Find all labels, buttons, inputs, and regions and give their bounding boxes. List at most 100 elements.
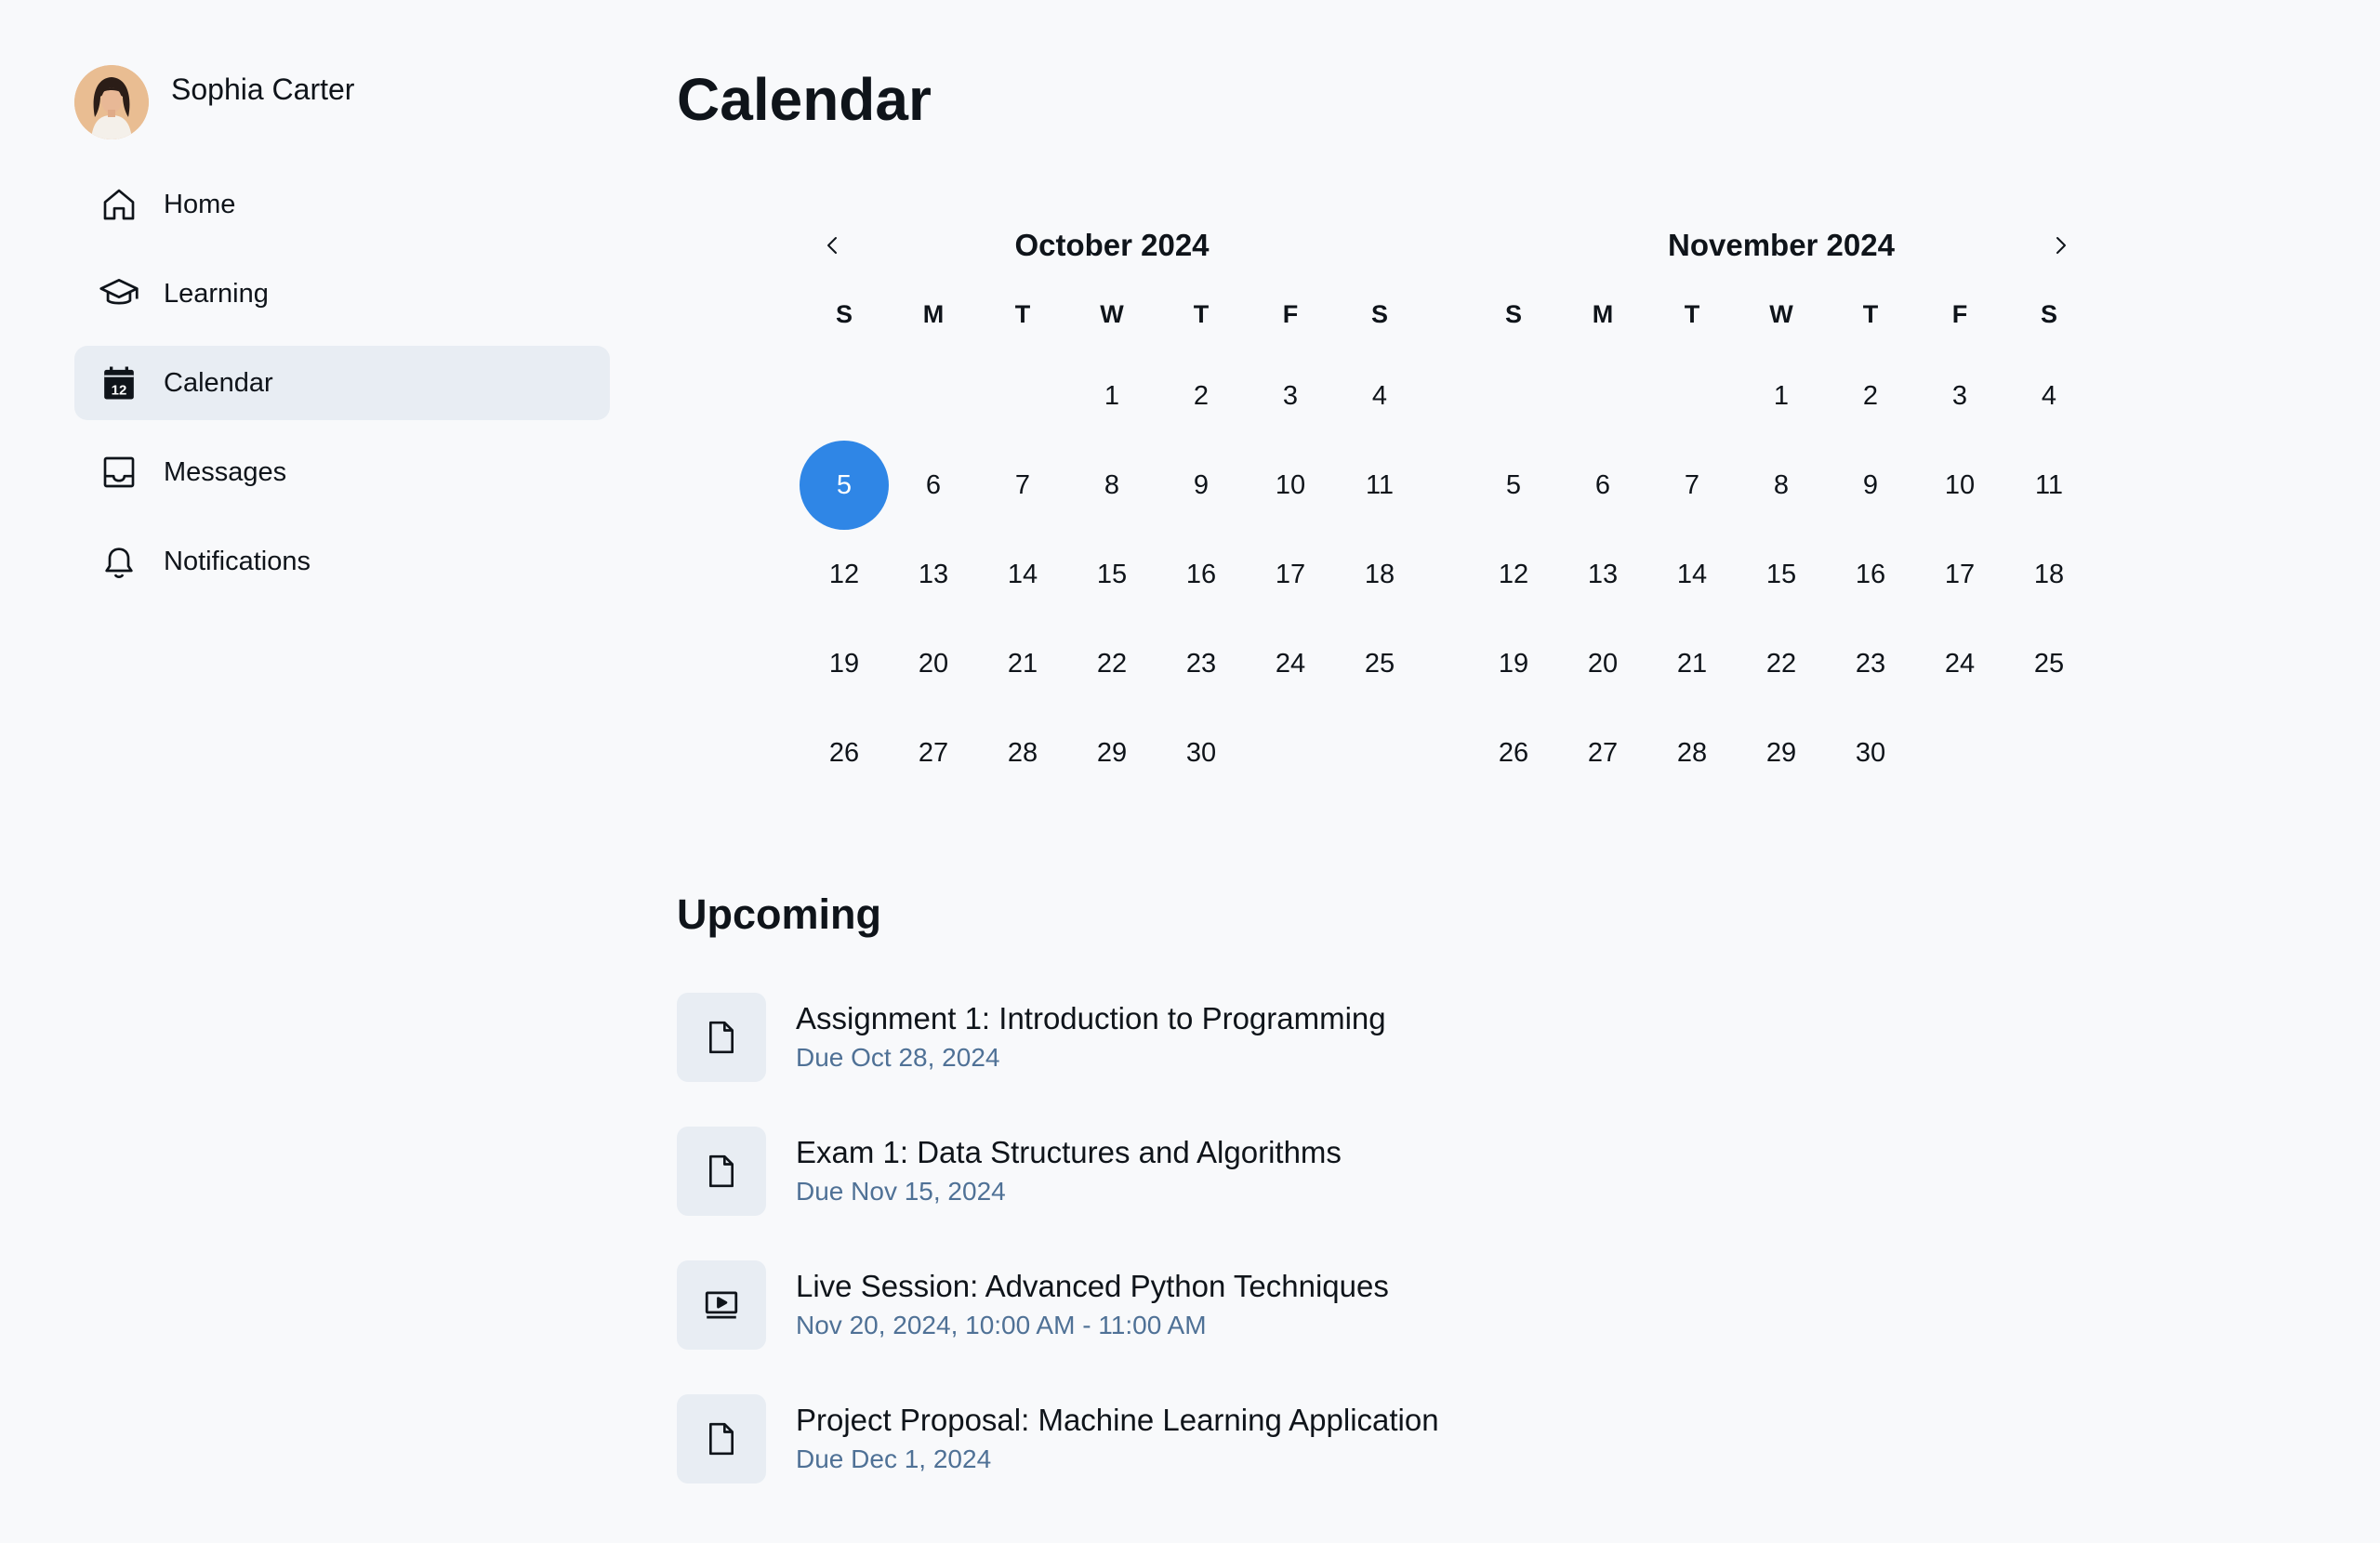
calendar-day-number: 20	[918, 648, 949, 679]
calendar-day[interactable]: 17	[1915, 530, 2004, 619]
calendar-day[interactable]: 18	[1335, 530, 1424, 619]
sidebar-item-calendar[interactable]: 12 Calendar	[74, 346, 610, 420]
calendar-day[interactable]: 10	[1915, 441, 2004, 530]
calendar-day[interactable]: 3	[1246, 351, 1335, 441]
sidebar-item-learning[interactable]: Learning	[74, 257, 610, 331]
calendar-day[interactable]: 15	[1067, 530, 1157, 619]
calendar-day[interactable]: 14	[978, 530, 1067, 619]
calendar-day[interactable]: 12	[1469, 530, 1558, 619]
calendar-day[interactable]: 22	[1737, 619, 1826, 708]
calendar-day[interactable]: 1	[1737, 351, 1826, 441]
calendar-day-number: 14	[1007, 559, 1038, 589]
calendar-day[interactable]: 7	[978, 441, 1067, 530]
weekday-header: S	[1370, 299, 1388, 328]
calendar-day-number: 4	[2041, 380, 2057, 411]
upcoming-heading: Upcoming	[677, 890, 881, 938]
calendar-day[interactable]: 3	[1915, 351, 2004, 441]
calendar-day[interactable]: 30	[1157, 708, 1246, 798]
calendar-day[interactable]: 4	[1335, 351, 1424, 441]
upcoming-item[interactable]: Assignment 1: Introduction to Programmin…	[677, 993, 1792, 1082]
user-profile[interactable]: Sophia Carter	[74, 65, 610, 141]
upcoming-item[interactable]: Project Proposal: Machine Learning Appli…	[677, 1394, 1792, 1484]
calendar-empty-cell	[978, 351, 1067, 441]
calendar-day-number: 1	[1773, 380, 1790, 411]
calendar-day[interactable]: 7	[1647, 441, 1737, 530]
sidebar-item-messages[interactable]: Messages	[74, 435, 610, 509]
calendar-day[interactable]: 27	[889, 708, 978, 798]
calendar-day[interactable]: 25	[1335, 619, 1424, 708]
calendar-day[interactable]: 21	[1647, 619, 1737, 708]
calendar-day-number: 30	[1855, 737, 1886, 768]
avatar[interactable]	[74, 65, 149, 139]
calendar-day[interactable]: 1	[1067, 351, 1157, 441]
home-icon	[97, 182, 141, 227]
calendar-day-number: 28	[1007, 737, 1038, 768]
calendar-day[interactable]: 28	[1647, 708, 1737, 798]
calendar-day-number: 24	[1944, 648, 1976, 679]
calendar-day[interactable]: 6	[1558, 441, 1647, 530]
calendar-day[interactable]: 19	[1469, 619, 1558, 708]
calendar-day-number: 17	[1944, 559, 1976, 589]
weekday-header: S	[835, 299, 853, 328]
calendar-day[interactable]: 13	[889, 530, 978, 619]
calendar-day-number: 5	[800, 441, 889, 530]
calendar-day[interactable]: 20	[889, 619, 978, 708]
calendar-day[interactable]: 23	[1157, 619, 1246, 708]
calendar-day[interactable]: 18	[2004, 530, 2094, 619]
calendar-day[interactable]: 17	[1246, 530, 1335, 619]
calendar-day[interactable]: 8	[1737, 441, 1826, 530]
calendar-day[interactable]: 23	[1826, 619, 1915, 708]
calendar-day[interactable]: 11	[1335, 441, 1424, 530]
calendar-day[interactable]: 12	[800, 530, 889, 619]
upcoming-item[interactable]: Live Session: Advanced Python Techniques…	[677, 1260, 1792, 1350]
calendar-day[interactable]: 2	[1157, 351, 1246, 441]
calendar-day-number: 20	[1587, 648, 1619, 679]
calendar-day[interactable]: 19	[800, 619, 889, 708]
calendar-day[interactable]: 24	[1246, 619, 1335, 708]
calendar-day-number: 29	[1096, 737, 1128, 768]
calendar-day[interactable]: 27	[1558, 708, 1647, 798]
calendar-day[interactable]: 8	[1067, 441, 1157, 530]
sidebar-item-home[interactable]: Home	[74, 167, 610, 242]
calendar-day[interactable]: 11	[2004, 441, 2094, 530]
calendar-day[interactable]: 16	[1157, 530, 1246, 619]
svg-text:12: 12	[112, 383, 127, 399]
calendar-day[interactable]: 16	[1826, 530, 1915, 619]
document-icon	[677, 1127, 766, 1216]
calendar-day[interactable]: 26	[1469, 708, 1558, 798]
calendar-day[interactable]: 14	[1647, 530, 1737, 619]
weekday-header: S	[1504, 299, 1522, 328]
calendar-day[interactable]: 24	[1915, 619, 2004, 708]
prev-arrow-icon[interactable]	[811, 223, 855, 268]
calendar-day[interactable]: 30	[1826, 708, 1915, 798]
calendar-day[interactable]: 15	[1737, 530, 1826, 619]
weekday-header: W	[1100, 299, 1124, 328]
calendar-day[interactable]: 13	[1558, 530, 1647, 619]
calendar-day[interactable]: 6	[889, 441, 978, 530]
calendar-day[interactable]: 26	[800, 708, 889, 798]
inbox-icon	[97, 450, 141, 495]
calendar-day[interactable]: 9	[1826, 441, 1915, 530]
calendar-day-selected[interactable]: 5	[800, 441, 889, 530]
sidebar-item-notifications[interactable]: Notifications	[74, 524, 610, 599]
calendar-day[interactable]: 29	[1067, 708, 1157, 798]
calendar-day[interactable]: 21	[978, 619, 1067, 708]
event-title: Assignment 1: Introduction to Programmin…	[796, 1001, 1386, 1035]
calendar-day[interactable]: 10	[1246, 441, 1335, 530]
calendar-day-number: 25	[2033, 648, 2065, 679]
calendar-day[interactable]: 25	[2004, 619, 2094, 708]
calendar-day[interactable]: 22	[1067, 619, 1157, 708]
next-arrow-icon[interactable]	[2038, 223, 2082, 268]
calendar-day[interactable]: 5	[1469, 441, 1558, 530]
calendar-day[interactable]: 28	[978, 708, 1067, 798]
calendar-day-number: 29	[1765, 737, 1797, 768]
calendar-day[interactable]: 2	[1826, 351, 1915, 441]
calendar-day-number: 3	[1951, 380, 1968, 411]
calendar-day[interactable]: 4	[2004, 351, 2094, 441]
calendar-day[interactable]: 20	[1558, 619, 1647, 708]
upcoming-item[interactable]: Exam 1: Data Structures and Algorithms D…	[677, 1127, 1792, 1216]
event-date: Due Nov 15, 2024	[796, 1177, 1006, 1206]
calendar-day[interactable]: 29	[1737, 708, 1826, 798]
calendar-day[interactable]: 9	[1157, 441, 1246, 530]
upcoming-list: Assignment 1: Introduction to Programmin…	[677, 993, 1792, 1528]
